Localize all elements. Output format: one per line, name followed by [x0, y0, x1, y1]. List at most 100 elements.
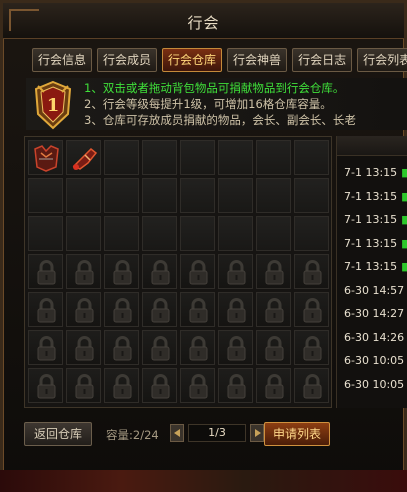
log-entry: 6-30 10:05■: [344, 378, 407, 391]
log-time: 7-1 13:15: [344, 260, 398, 273]
tab-guild-members[interactable]: 行会成员: [97, 48, 158, 72]
storage-slot-empty[interactable]: [256, 216, 291, 251]
storage-slot-empty[interactable]: [104, 140, 139, 175]
storage-slot-empty[interactable]: [180, 140, 215, 175]
lock-icon: [303, 260, 322, 285]
storage-slot-empty[interactable]: [294, 216, 329, 251]
locked-slot: [142, 254, 177, 289]
storage-slot-empty[interactable]: [66, 216, 101, 251]
locked-slot: [256, 292, 291, 327]
log-time: 6-30 14:57: [344, 283, 405, 297]
storage-grid: [28, 140, 329, 403]
storage-slot-empty[interactable]: [104, 216, 139, 251]
tab-guild-beast[interactable]: 行会神兽: [227, 48, 288, 72]
log-entry: 7-1 13:15 ■: [344, 213, 407, 226]
locked-slot: [294, 254, 329, 289]
storage-slot-armor-item[interactable]: [28, 140, 63, 175]
storage-slot-empty[interactable]: [218, 216, 253, 251]
locked-slot: [142, 330, 177, 365]
log-time: 7-1 13:15: [344, 166, 398, 179]
log-text-truncated: ■: [401, 260, 407, 273]
locked-slot: [104, 330, 139, 365]
locked-slot: [28, 368, 63, 403]
arrow-right-icon: [255, 429, 261, 437]
locked-slot: [218, 368, 253, 403]
storage-slot-empty[interactable]: [142, 178, 177, 213]
locked-slot: [256, 254, 291, 289]
tab-guild-info[interactable]: 行会信息: [32, 48, 93, 72]
locked-slot: [294, 368, 329, 403]
storage-slot-empty[interactable]: [66, 178, 101, 213]
lock-icon: [37, 260, 56, 285]
lock-icon: [113, 260, 132, 285]
lock-icon: [37, 298, 56, 323]
prev-page-button[interactable]: [170, 424, 184, 442]
guild-level-badge: 1: [32, 80, 74, 130]
storage-slot-empty[interactable]: [28, 216, 63, 251]
log-time: 7-1 13:15: [344, 236, 398, 250]
storage-slot-empty[interactable]: [294, 140, 329, 175]
tab-guild-list[interactable]: 行会列表: [357, 48, 407, 72]
storage-slot-gauntlet-item[interactable]: [66, 140, 101, 175]
notice-line-3: 3、仓库可存放成员捐献的物品，会长、副会长、长老: [84, 113, 356, 127]
tab-guild-storage[interactable]: 行会仓库: [162, 48, 223, 72]
log-text-truncated: ■: [401, 213, 407, 226]
tab-bar: 行会信息 行会成员 行会仓库 行会神兽 行会日志 行会列表: [32, 48, 407, 72]
storage-slot-empty[interactable]: [28, 178, 63, 213]
locked-slot: [180, 292, 215, 327]
log-entry: 7-1 13:15 ■: [344, 260, 407, 273]
lock-icon: [227, 336, 246, 361]
storage-slot-empty[interactable]: [218, 178, 253, 213]
tab-guild-log[interactable]: 行会日志: [292, 48, 353, 72]
lock-icon: [303, 336, 322, 361]
locked-slot: [66, 368, 101, 403]
storage-slot-empty[interactable]: [142, 216, 177, 251]
back-to-storage-button[interactable]: 返回仓库: [24, 422, 92, 446]
storage-slot-empty[interactable]: [180, 216, 215, 251]
apply-list-button[interactable]: 申请列表: [264, 422, 330, 446]
log-text-truncated: ■: [401, 166, 407, 179]
locked-slot: [142, 368, 177, 403]
log-time: 6-30 10:05: [344, 354, 405, 367]
lock-icon: [75, 374, 94, 399]
locked-slot: [180, 330, 215, 365]
notice-line-2: 2、行会等级每提升1级，可增加16格仓库容量。: [84, 97, 332, 111]
locked-slot: [142, 292, 177, 327]
footer-bar: 返回仓库 容量:2/24 1/3 申请列表: [24, 422, 407, 446]
next-page-button[interactable]: [250, 424, 264, 442]
storage-slot-empty[interactable]: [256, 140, 291, 175]
log-time: 7-1 13:15: [344, 189, 398, 203]
notice-panel: 1 1、双击或者拖动背包物品可捐献物品到行会仓库。 2、行会等级每提升1级，可增…: [26, 78, 407, 130]
lock-icon: [189, 336, 208, 361]
locked-slot: [66, 330, 101, 365]
storage-slot-empty[interactable]: [218, 140, 253, 175]
locked-slot: [294, 330, 329, 365]
log-time: 6-30 14:27: [344, 307, 405, 320]
locked-slot: [218, 254, 253, 289]
storage-slot-empty[interactable]: [180, 178, 215, 213]
lock-icon: [113, 374, 132, 399]
log-entry: 6-30 10:05■: [344, 354, 407, 367]
armor-icon: [34, 145, 59, 172]
locked-slot: [28, 292, 63, 327]
capacity-label: 容量:2/24: [106, 428, 159, 442]
lock-icon: [189, 374, 208, 399]
lock-icon: [265, 298, 284, 323]
lock-icon: [113, 298, 132, 323]
storage-slot-empty[interactable]: [294, 178, 329, 213]
lock-icon: [265, 336, 284, 361]
storage-slot-empty[interactable]: [104, 178, 139, 213]
log-panel: 7-1 13:15 ■ 7-1 13:15 ■ 7-1 13:15 ■ 7-1 13:15 ■…: [336, 136, 407, 408]
storage-slot-empty[interactable]: [256, 178, 291, 213]
guild-level-number: 1: [47, 95, 60, 116]
storage-slot-empty[interactable]: [142, 140, 177, 175]
lock-icon: [303, 298, 322, 323]
locked-slot: [180, 254, 215, 289]
locked-slot: [104, 368, 139, 403]
log-entry: 6-30 14:27■: [344, 307, 407, 320]
lock-icon: [189, 298, 208, 323]
log-text-truncated: ■: [401, 189, 407, 203]
log-entry: 6-30 14:26■: [344, 331, 407, 344]
locked-slot: [294, 292, 329, 327]
lock-icon: [151, 336, 170, 361]
